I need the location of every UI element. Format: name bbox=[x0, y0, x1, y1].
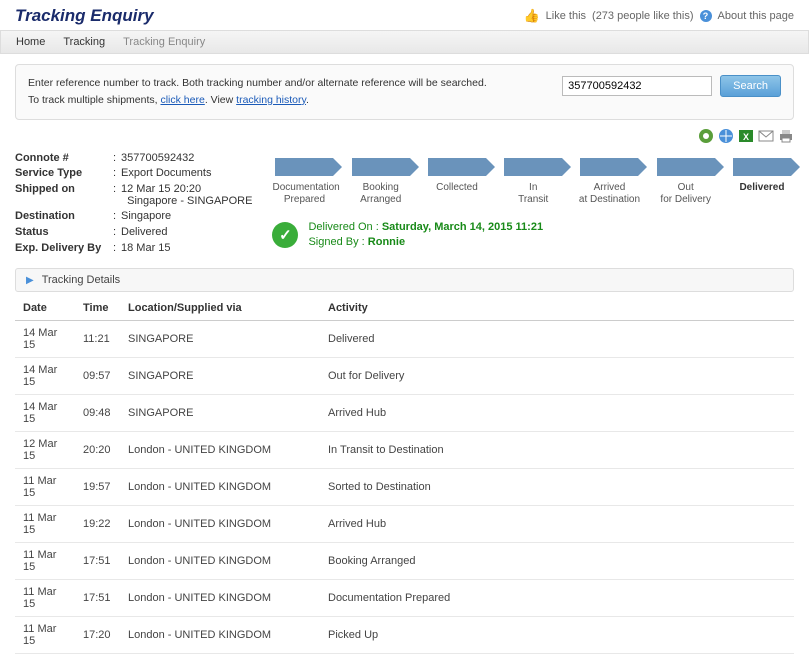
shipped-value: 12 Mar 15 20:20 Singapore - SINGAPORE bbox=[121, 183, 252, 208]
connote-value: 357700592432 bbox=[121, 152, 252, 165]
excel-icon[interactable]: X bbox=[738, 128, 754, 144]
table-header: Date bbox=[15, 296, 75, 321]
refresh-icon[interactable] bbox=[698, 128, 714, 144]
progress-step: BookingArranged bbox=[349, 158, 413, 206]
tracking-history-link[interactable]: tracking history bbox=[236, 94, 306, 106]
table-row: 11 Mar 1519:57London - UNITED KINGDOMSor… bbox=[15, 469, 794, 506]
thumb-icon[interactable]: 👍 bbox=[523, 8, 539, 24]
progress-step: Arrivedat Destination bbox=[577, 158, 641, 206]
table-row: 11 Mar 1517:51London - UNITED KINGDOMDoc… bbox=[15, 580, 794, 617]
details-toggle[interactable]: ▶ Tracking Details bbox=[15, 268, 794, 292]
destination-value: Singapore bbox=[121, 210, 252, 223]
click-here-link[interactable]: click here bbox=[160, 94, 204, 106]
progress-steps: DocumentationPrepared BookingArrangedColl… bbox=[272, 158, 794, 216]
table-row: 14 Mar 1509:57SINGAPOREOut for Delivery bbox=[15, 358, 794, 395]
like-count: (273 people like this) bbox=[592, 10, 694, 22]
table-header: Activity bbox=[320, 296, 794, 321]
info-icon[interactable]: ? bbox=[700, 10, 712, 22]
expand-icon: ▶ bbox=[26, 275, 34, 286]
like-this-link[interactable]: Like this bbox=[546, 10, 586, 22]
status-value: Delivered bbox=[121, 226, 252, 239]
table-row: 12 Mar 1520:20London - UNITED KINGDOMIn … bbox=[15, 432, 794, 469]
print-icon[interactable] bbox=[778, 128, 794, 144]
svg-text:X: X bbox=[743, 132, 749, 142]
breadcrumb-current: Tracking Enquiry bbox=[123, 36, 205, 48]
progress-step: DocumentationPrepared bbox=[272, 158, 336, 206]
tracking-table: DateTimeLocation/Supplied viaActivity 14… bbox=[15, 296, 794, 654]
check-icon: ✓ bbox=[272, 222, 298, 248]
search-button[interactable]: Search bbox=[720, 75, 781, 97]
breadcrumb-tracking[interactable]: Tracking bbox=[63, 36, 105, 48]
progress-step: InTransit bbox=[501, 158, 565, 206]
about-link[interactable]: About this page bbox=[718, 10, 794, 22]
service-value: Export Documents bbox=[121, 167, 252, 180]
table-row: 14 Mar 1509:48SINGAPOREArrived Hub bbox=[15, 395, 794, 432]
delivered-summary: ✓ Delivered On : Saturday, March 14, 201… bbox=[272, 216, 794, 255]
progress-step: Delivered bbox=[730, 158, 794, 206]
toolbar: X bbox=[15, 120, 794, 152]
table-row: 11 Mar 1517:51London - UNITED KINGDOMBoo… bbox=[15, 543, 794, 580]
table-row: 11 Mar 1519:22London - UNITED KINGDOMArr… bbox=[15, 506, 794, 543]
header-links: 👍 Like this (273 people like this) ? Abo… bbox=[523, 8, 794, 24]
table-header: Location/Supplied via bbox=[120, 296, 320, 321]
email-icon[interactable] bbox=[758, 128, 774, 144]
exp-value: 18 Mar 15 bbox=[121, 242, 252, 255]
progress-step: Outfor Delivery bbox=[654, 158, 718, 206]
page-title: Tracking Enquiry bbox=[15, 6, 154, 26]
shipment-info: Connote #:357700592432 Service Type:Expo… bbox=[15, 152, 252, 255]
globe-icon[interactable] bbox=[718, 128, 734, 144]
table-header: Time bbox=[75, 296, 120, 321]
table-row: 11 Mar 1517:20London - UNITED KINGDOMPic… bbox=[15, 617, 794, 654]
breadcrumb-home[interactable]: Home bbox=[16, 36, 45, 48]
search-instructions: Enter reference number to track. Both tr… bbox=[28, 75, 487, 109]
breadcrumb: Home Tracking Tracking Enquiry bbox=[0, 30, 809, 54]
progress-step: Collected bbox=[425, 158, 489, 206]
tracking-input[interactable] bbox=[562, 76, 712, 96]
table-row: 14 Mar 1511:21SINGAPOREDelivered bbox=[15, 321, 794, 358]
search-panel: Enter reference number to track. Both tr… bbox=[15, 64, 794, 120]
